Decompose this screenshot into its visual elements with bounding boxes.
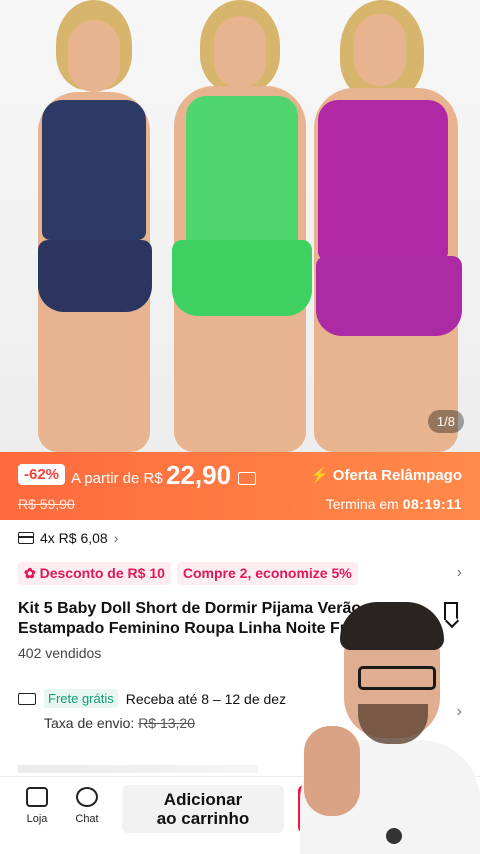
discount-badge: -62% <box>18 464 66 485</box>
promotions-row[interactable]: ✿ Desconto de R$ 10 Compre 2, economize … <box>18 562 358 585</box>
price: 22,90 <box>166 460 232 490</box>
add-to-cart-line-2: ao carrinho <box>156 809 250 828</box>
chevron-right-icon[interactable]: › <box>457 564 462 582</box>
chevron-right-icon: › <box>113 530 119 546</box>
countdown-label: Termina em <box>325 496 399 512</box>
installments-row[interactable]: 4x R$ 6,08 › <box>18 530 118 546</box>
partially-hidden-row <box>18 765 258 773</box>
flash-offer-text: Oferta Relâmpago <box>332 467 462 484</box>
promo-buy-two: Compre 2, economize 5% <box>176 562 358 585</box>
presenter-video-overlay <box>300 600 480 854</box>
chat-icon <box>76 787 98 807</box>
truck-icon <box>18 692 36 705</box>
presenter-glasses <box>358 666 436 690</box>
installments-text: 4x R$ 6,08 <box>40 530 108 546</box>
model-green-pajama <box>160 0 320 452</box>
price-from-label: A partir de R$ <box>71 470 163 487</box>
countdown-timer: 08:19:11 <box>402 496 462 512</box>
presenter-beard <box>358 704 428 744</box>
store-button[interactable]: Loja <box>15 787 59 825</box>
old-price: R$ 59,90 <box>18 496 75 512</box>
model-navy-pajama <box>18 0 168 452</box>
store-icon <box>26 787 48 807</box>
delivery-estimate: Receba até 8 – 12 de dez <box>125 690 287 707</box>
free-shipping-badge: Frete grátis <box>44 689 118 708</box>
watermark-logo-icon <box>386 828 402 844</box>
flash-sale-banner: -62% A partir de R$ 22,90 R$ 59,90 ⚡ Ofe… <box>0 452 480 520</box>
store-label: Loja <box>26 813 48 825</box>
flash-offer-label: ⚡ Oferta Relâmpago <box>309 467 462 484</box>
model-magenta-pajama <box>306 0 466 452</box>
presenter-hand <box>304 726 360 816</box>
shipping-fee-label: Taxa de envio: <box>44 715 135 731</box>
image-counter: 1/8 <box>427 410 464 433</box>
chat-button[interactable]: Chat <box>65 787 109 825</box>
coupon-tag-icon <box>238 472 256 485</box>
product-page: 1/8 -62% A partir de R$ 22,90 R$ 59,90 ⚡… <box>0 0 480 854</box>
chat-label: Chat <box>75 813 99 825</box>
add-to-cart-line-1: Adicionar <box>163 790 243 809</box>
shipping-row[interactable]: Frete grátis Receba até 8 – 12 de dez <box>18 689 286 708</box>
shipping-fee-old: R$ 13,20 <box>138 715 196 731</box>
add-to-cart-button[interactable]: Adicionar ao carrinho <box>122 785 284 833</box>
countdown: Termina em 08:19:11 <box>326 496 462 512</box>
sold-count: 402 vendidos <box>18 645 102 661</box>
shipping-fee: Taxa de envio: R$ 13,20 <box>44 715 195 731</box>
promo-discount: ✿ Desconto de R$ 10 <box>18 562 171 585</box>
product-image-gallery[interactable]: 1/8 <box>0 0 480 452</box>
presenter-hair <box>340 602 444 650</box>
card-icon <box>18 532 34 544</box>
promo-discount-label: Desconto de R$ 10 <box>39 565 165 581</box>
